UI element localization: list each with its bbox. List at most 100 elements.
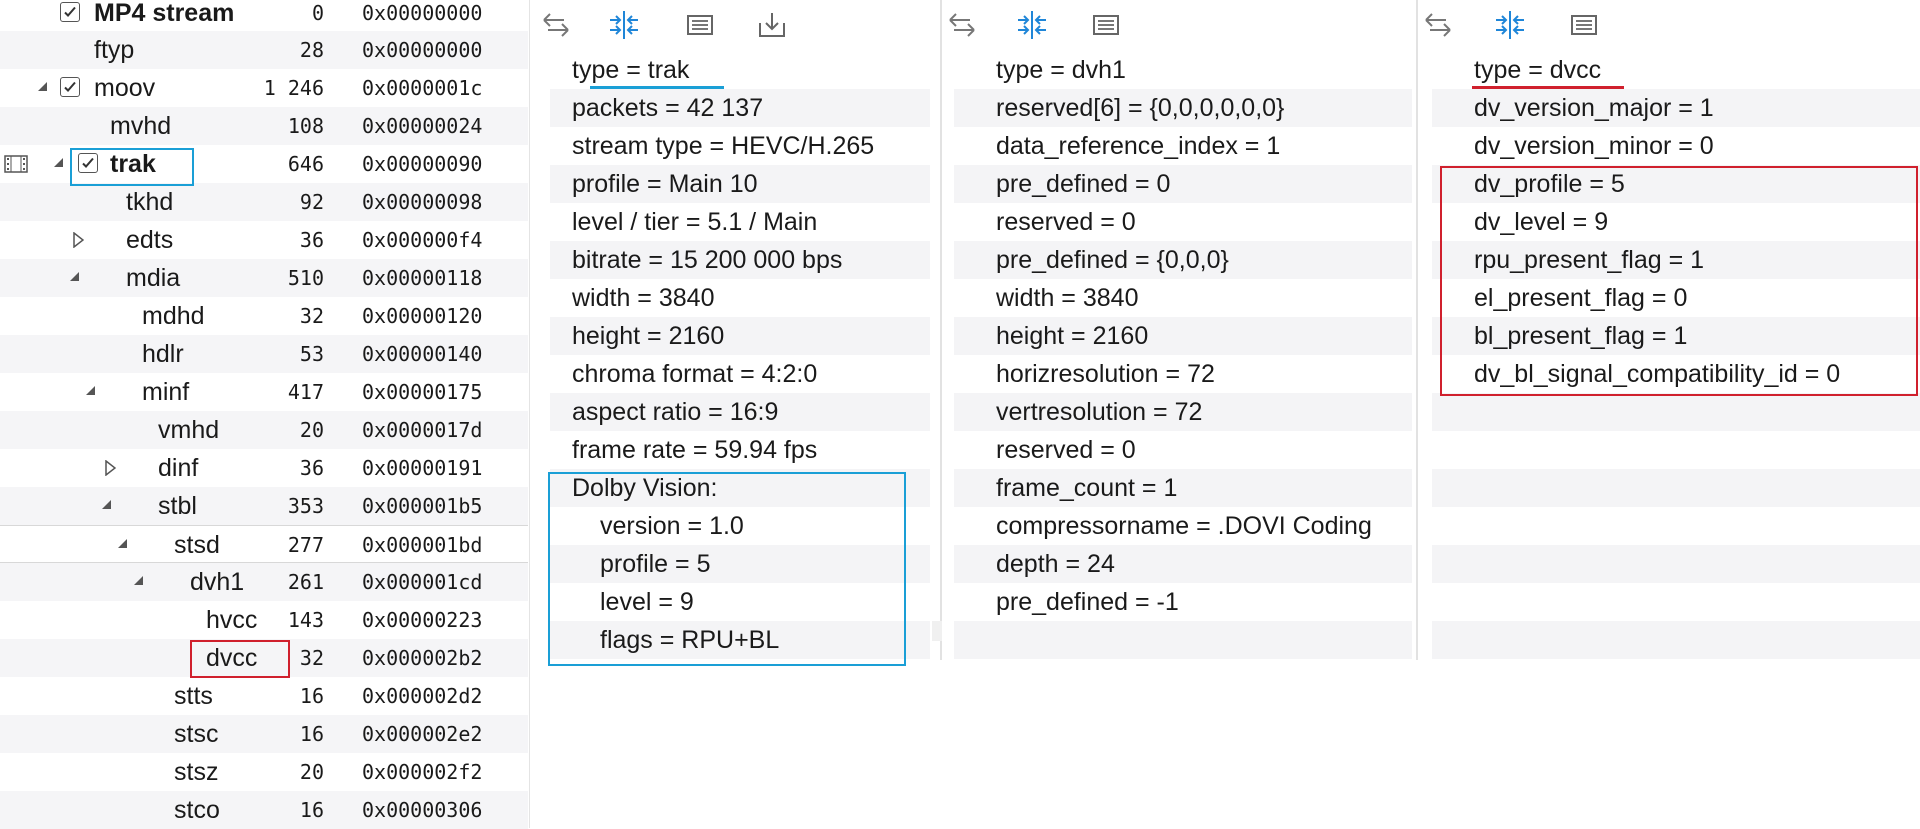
property-row: dv_version_major = 1 [1432,89,1920,127]
tree-item-size: 277 [287,533,324,557]
property-text: profile = Main 10 [572,170,758,198]
property-row: reserved = 0 [954,203,1412,241]
property-row: aspect ratio = 16:9 [550,393,930,431]
property-row: compressorname = .DOVI Coding [954,507,1412,545]
property-text: width = 3840 [572,284,715,312]
property-row: profile = Main 10 [550,165,930,203]
checkbox-checked-icon[interactable] [60,77,80,97]
disclosure-collapsed-icon[interactable] [104,449,122,487]
tree-item-offset: 0x00000024 [362,114,483,138]
tree-row-moov[interactable]: moov 1 246 0x0000001c [0,69,528,107]
tree-item-name: moov [94,74,156,102]
property-text: packets = 42 137 [572,94,764,122]
tree-item-size: 20 [299,418,324,442]
scrollbar-track[interactable] [932,621,942,641]
property-row: type = dvh1 [954,51,1412,89]
tree-item-offset: 0x000002b2 [362,646,483,670]
property-row: chroma format = 4:2:0 [550,355,930,393]
dvcc-highlight-box [190,640,290,678]
disclosure-expanded-icon[interactable] [68,259,86,297]
list-view-icon[interactable] [1090,9,1122,41]
tree-row-stco[interactable]: stco 16 0x00000306 [0,791,528,829]
tree-row-tkhd[interactable]: tkhd 92 0x00000098 [0,183,528,221]
tree-item-name: mdia [126,264,181,292]
tree-item-size: 646 [287,152,324,176]
tree-row-mdia[interactable]: mdia 510 0x00000118 [0,259,528,297]
tree-row-dvh1[interactable]: dvh1 261 0x000001cd [0,563,528,601]
property-row [1432,545,1920,583]
property-text: frame rate = 59.94 fps [572,436,818,464]
tree-row-stbl[interactable]: stbl 353 0x000001b5 [0,487,528,525]
swap-arrows-icon[interactable] [946,9,978,41]
swap-arrows-icon[interactable] [540,9,572,41]
split-merge-icon[interactable] [1016,9,1048,41]
property-text: pre_defined = {0,0,0} [996,246,1229,274]
disclosure-expanded-icon[interactable] [100,487,118,525]
tree-row-minf[interactable]: minf 417 0x00000175 [0,373,528,411]
property-row: width = 3840 [550,279,930,317]
property-text: horizresolution = 72 [996,360,1215,388]
tree-row-hdlr[interactable]: hdlr 53 0x00000140 [0,335,528,373]
property-text: chroma format = 4:2:0 [572,360,818,388]
property-text: depth = 24 [996,550,1115,578]
box-tree[interactable]: MP4 stream 0 0x00000000 ftyp 28 0x000000… [0,0,530,829]
property-text: pre_defined = -1 [996,588,1179,616]
property-text: bitrate = 15 200 000 bps [572,246,843,274]
property-row [1432,393,1920,431]
property-text: data_reference_index = 1 [996,132,1281,160]
property-text: stream type = HEVC/H.265 [572,132,875,160]
tree-row-mdhd[interactable]: mdhd 32 0x00000120 [0,297,528,335]
property-row: reserved = 0 [954,431,1412,469]
property-text: type = dvcc [1474,56,1602,84]
disclosure-collapsed-icon[interactable] [72,221,90,259]
disclosure-expanded-icon[interactable] [52,145,70,183]
tree-item-name: ftyp [94,36,135,64]
tree-item-size: 0 [311,1,324,25]
tree-row-hvcc[interactable]: hvcc 143 0x00000223 [0,601,528,639]
tree-row-stsz[interactable]: stsz 20 0x000002f2 [0,753,528,791]
tree-item-offset: 0x00000140 [362,342,483,366]
disclosure-expanded-icon[interactable] [84,373,102,411]
property-text: dv_version_major = 1 [1474,94,1714,122]
property-text: type = trak [572,56,690,84]
tree-item-name: mvhd [110,112,172,140]
tree-item-offset: 0x000001cd [362,570,483,594]
property-row [1432,583,1920,621]
tree-row-edts[interactable]: edts 36 0x000000f4 [0,221,528,259]
download-icon[interactable] [756,9,788,41]
tree-item-name: stsd [174,531,220,559]
tree-item-name: edts [126,226,174,254]
trak-details-panel: type = trak packets = 42 137 stream type… [532,0,942,828]
tree-item-name: mdhd [142,302,205,330]
property-row [1432,431,1920,469]
checkbox-checked-icon[interactable] [60,2,80,22]
tree-row-mp4-stream[interactable]: MP4 stream 0 0x00000000 [0,0,528,32]
tree-item-size: 53 [299,342,324,366]
tree-item-offset: 0x00000098 [362,190,483,214]
tree-row-ftyp[interactable]: ftyp 28 0x00000000 [0,31,528,69]
property-text: height = 2160 [996,322,1149,350]
tree-item-size: 32 [299,646,324,670]
disclosure-expanded-icon[interactable] [132,563,150,601]
tree-item-offset: 0x00000223 [362,608,483,632]
tree-row-vmhd[interactable]: vmhd 20 0x0000017d [0,411,528,449]
tree-item-size: 36 [299,228,324,252]
tree-row-stsc[interactable]: stsc 16 0x000002e2 [0,715,528,753]
split-merge-icon[interactable] [608,9,640,41]
swap-arrows-icon[interactable] [1422,9,1454,41]
panel-divider [1416,0,1418,660]
split-merge-icon[interactable] [1494,9,1526,41]
tree-row-stsd[interactable]: stsd 277 0x000001bd [0,525,528,563]
disclosure-expanded-icon[interactable] [36,69,54,107]
tree-item-offset: 0x00000120 [362,304,483,328]
property-text: reserved = 0 [996,208,1136,236]
tree-row-mvhd[interactable]: mvhd 108 0x00000024 [0,107,528,145]
property-row: stream type = HEVC/H.265 [550,127,930,165]
list-view-icon[interactable] [1568,9,1600,41]
property-row: width = 3840 [954,279,1412,317]
list-view-icon[interactable] [684,9,716,41]
tree-row-stts[interactable]: stts 16 0x000002d2 [0,677,528,715]
disclosure-expanded-icon[interactable] [116,526,134,564]
tree-row-dinf[interactable]: dinf 36 0x00000191 [0,449,528,487]
tree-item-name: minf [142,378,190,406]
